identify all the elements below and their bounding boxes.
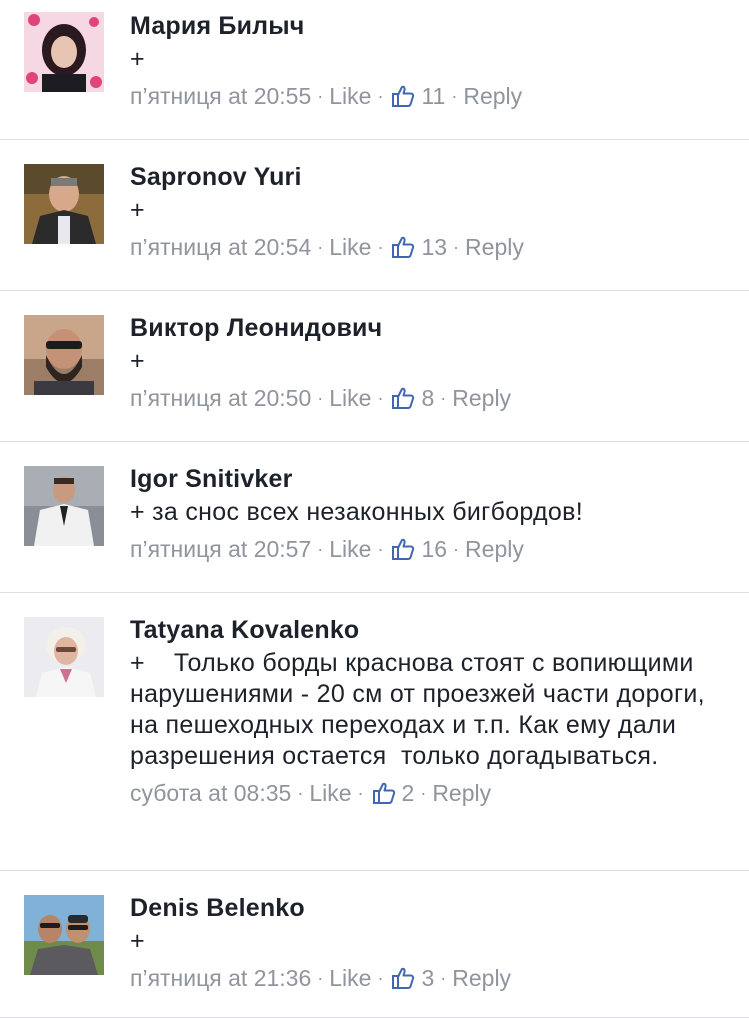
reply-button[interactable]: Reply (452, 381, 511, 415)
like-count[interactable]: 2 (402, 776, 415, 810)
separator: · (357, 782, 364, 803)
thumbs-up-icon (372, 781, 396, 805)
separator: · (440, 967, 447, 988)
author-name[interactable]: Мария Билыч (130, 8, 729, 44)
like-button[interactable]: Like (329, 230, 371, 264)
comment-item: Sapronov Yuri + п’ятниця at 20:54 · Like · 1… (0, 140, 749, 291)
like-button[interactable]: Like (329, 381, 371, 415)
separator: · (377, 538, 384, 559)
separator: · (377, 387, 384, 408)
separator: · (317, 538, 324, 559)
separator: · (317, 236, 324, 257)
separator: · (317, 387, 324, 408)
avatar[interactable] (24, 895, 104, 975)
author-name[interactable]: Denis Belenko (130, 890, 729, 926)
separator: · (317, 85, 324, 106)
comment-item: Tatyana Kovalenko + Только борды краснов… (0, 593, 749, 871)
thumbs-up-icon (391, 235, 415, 259)
avatar[interactable] (24, 12, 104, 92)
timestamp[interactable]: п’ятниця at 20:54 (130, 230, 311, 264)
timestamp[interactable]: п’ятниця at 21:36 (130, 961, 311, 995)
separator: · (377, 85, 384, 106)
reply-button[interactable]: Reply (432, 776, 491, 810)
timestamp[interactable]: п’ятниця at 20:55 (130, 79, 311, 113)
timestamp[interactable]: п’ятниця at 20:50 (130, 381, 311, 415)
comment-text: + (130, 196, 145, 224)
separator: · (377, 236, 384, 257)
comment-meta: п’ятниця at 20:50 · Like · 8 · Reply (130, 379, 729, 415)
author-name[interactable]: Igor Snitivker (130, 461, 729, 497)
comment-item: Igor Snitivker + за снос всех незаконных… (0, 442, 749, 593)
like-count[interactable]: 8 (421, 381, 434, 415)
separator: · (453, 538, 460, 559)
author-name[interactable]: Виктор Леонидович (130, 310, 729, 346)
like-count[interactable]: 16 (421, 532, 447, 566)
comment-item: Виктор Леонидович + п’ятниця at 20:50 · Li… (0, 291, 749, 442)
reply-button[interactable]: Reply (452, 961, 511, 995)
separator: · (297, 782, 304, 803)
avatar[interactable] (24, 315, 104, 395)
separator: · (453, 236, 460, 257)
comment-meta: субота at 08:35 · Like · 2 · Reply (130, 774, 729, 810)
separator: · (420, 782, 427, 803)
author-name[interactable]: Sapronov Yuri (130, 159, 729, 195)
like-button[interactable]: Like (329, 532, 371, 566)
like-count[interactable]: 3 (421, 961, 434, 995)
comment-meta: п’ятниця at 20:55 · Like · 11 · Reply (130, 77, 729, 113)
thumbs-up-icon (391, 386, 415, 410)
comment-meta: п’ятниця at 20:54 · Like · 13 · Reply (130, 228, 729, 264)
comment-item: Denis Belenko + п’ятниця at 21:36 · Like · 3… (0, 871, 749, 1018)
comment-text: + за снос всех незаконных бигбордов! (130, 498, 583, 526)
separator: · (440, 387, 447, 408)
thumbs-up-icon (391, 966, 415, 990)
comment-text: + (130, 347, 145, 375)
comment-item: Мария Билыч + п’ятниця at 20:55 · Like · 11 ·… (0, 0, 749, 140)
separator: · (377, 967, 384, 988)
comment-text: + (130, 927, 145, 955)
avatar[interactable] (24, 164, 104, 244)
comment-text: + Только борды краснова стоят с вопиющим… (130, 649, 713, 770)
avatar[interactable] (24, 617, 104, 697)
author-name[interactable]: Tatyana Kovalenko (130, 612, 729, 648)
avatar[interactable] (24, 466, 104, 546)
reply-button[interactable]: Reply (465, 532, 524, 566)
separator: · (451, 85, 458, 106)
reply-button[interactable]: Reply (463, 79, 522, 113)
like-button[interactable]: Like (309, 776, 351, 810)
like-count[interactable]: 13 (421, 230, 447, 264)
comment-feed: Мария Билыч + п’ятниця at 20:55 · Like · 11 ·… (0, 0, 749, 1018)
like-count[interactable]: 11 (421, 79, 445, 113)
timestamp[interactable]: п’ятниця at 20:57 (130, 532, 311, 566)
comment-text: + (130, 45, 145, 73)
like-button[interactable]: Like (329, 961, 371, 995)
separator: · (317, 967, 324, 988)
thumbs-up-icon (391, 537, 415, 561)
thumbs-up-icon (391, 84, 415, 108)
comment-meta: п’ятниця at 20:57 · Like · 16 · Reply (130, 530, 729, 566)
like-button[interactable]: Like (329, 79, 371, 113)
timestamp[interactable]: субота at 08:35 (130, 776, 291, 810)
comment-meta: п’ятниця at 21:36 · Like · 3 · Reply (130, 959, 729, 995)
reply-button[interactable]: Reply (465, 230, 524, 264)
